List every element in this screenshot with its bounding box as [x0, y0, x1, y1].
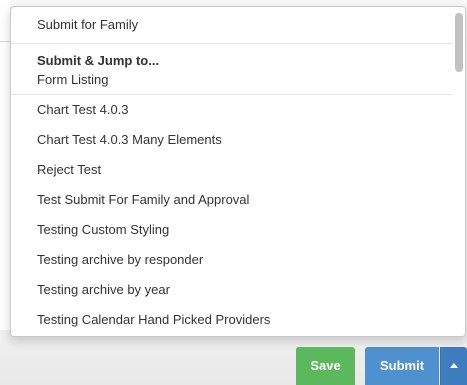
dropdown-list: Submit for Family Submit & Jump to... Fo… [11, 7, 453, 335]
submit-dropdown-menu: Submit for Family Submit & Jump to... Fo… [10, 6, 466, 337]
dropdown-scrollbar[interactable] [455, 13, 463, 72]
submit-dropdown-toggle[interactable] [440, 347, 467, 385]
page-left-panel [0, 0, 10, 330]
menu-item-submit-for-family[interactable]: Submit for Family [11, 7, 453, 40]
menu-divider [11, 43, 453, 44]
menu-item-form[interactable]: Testing archive by responder [11, 245, 453, 275]
menu-group-header: Submit & Jump to... [37, 53, 160, 68]
page-divider [0, 41, 10, 42]
menu-item-form[interactable]: Testing Custom Styling [11, 215, 453, 245]
menu-item-form[interactable]: Reject Test [11, 155, 453, 185]
submit-button[interactable]: Submit [365, 347, 439, 385]
menu-item-form[interactable]: Testing Calendar Hand Picked Providers [11, 305, 453, 335]
menu-item-form[interactable]: Chart Test 4.0.3 [11, 95, 453, 125]
caret-up-icon [450, 363, 458, 369]
save-button[interactable]: Save [296, 347, 355, 385]
menu-item-form[interactable]: Chart Test 4.0.3 Many Elements [11, 125, 453, 155]
menu-item-form[interactable]: Test Submit For Family and Approval [11, 185, 453, 215]
menu-item-form[interactable]: Testing archive by year [11, 275, 453, 305]
menu-item-form-listing[interactable]: Form Listing [11, 70, 453, 94]
